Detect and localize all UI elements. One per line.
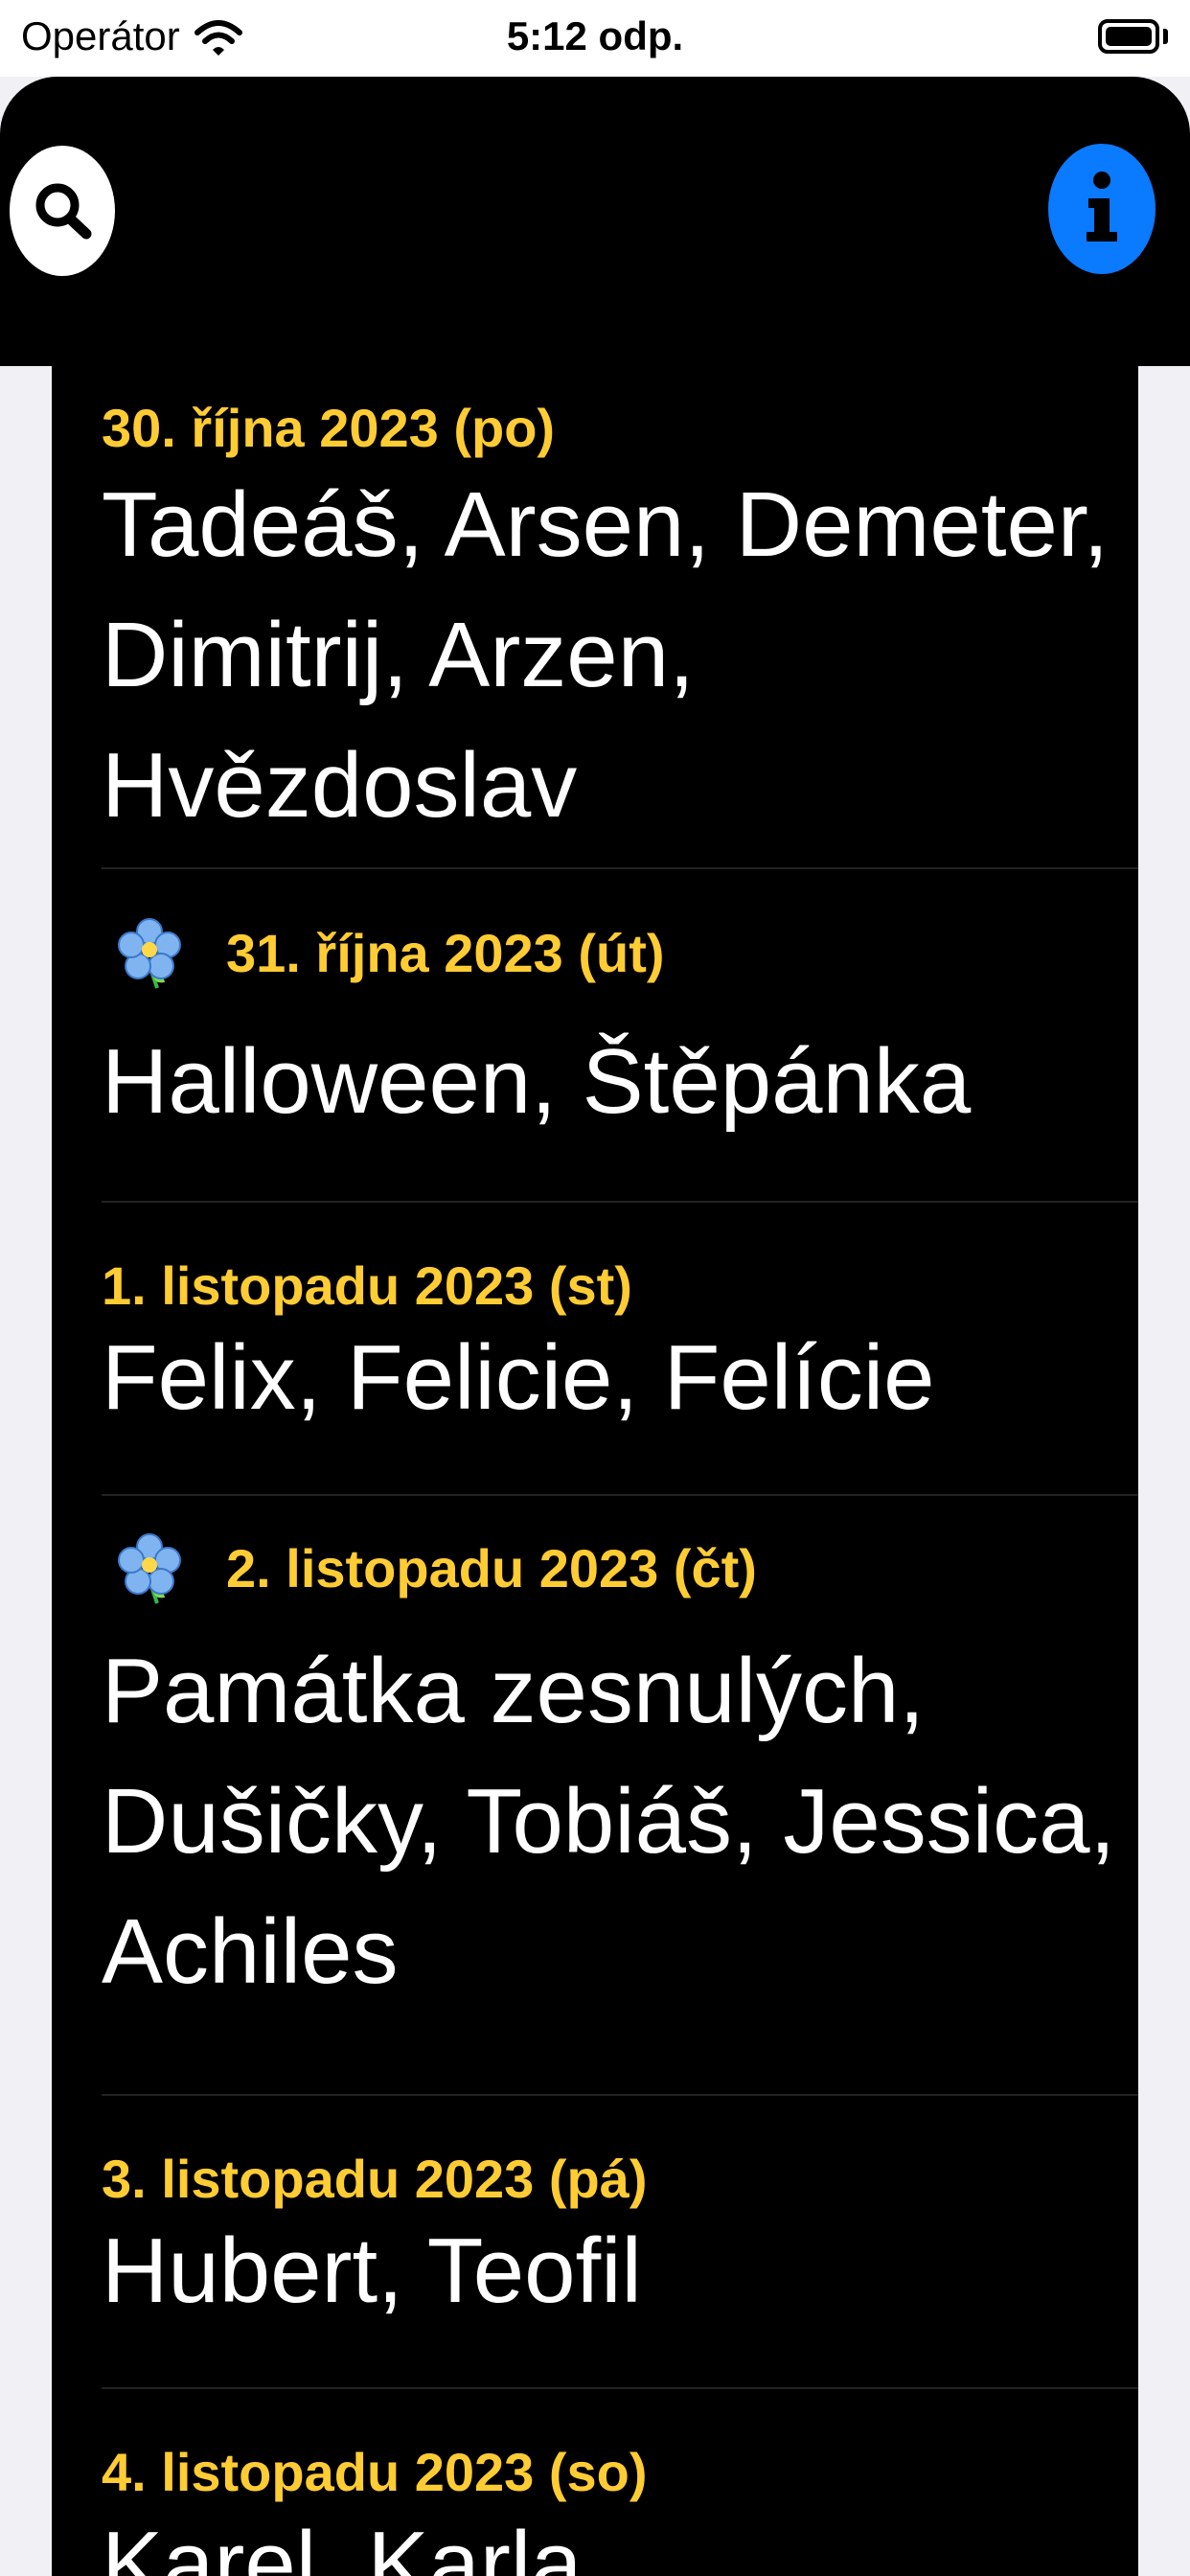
date-label: 31. října 2023 (út) bbox=[226, 923, 665, 983]
forget-me-not-flower-icon bbox=[118, 918, 181, 989]
names-label: Památka zesnulých, Dušičky, Tobiáš, Jess… bbox=[102, 1640, 1116, 2003]
search-icon bbox=[35, 183, 92, 240]
info-button[interactable] bbox=[1048, 144, 1156, 274]
list-item[interactable]: 1. listopadu 2023 (st) Felix, Felicie, F… bbox=[102, 1203, 1138, 1496]
names-label: Halloween, Štěpánka bbox=[102, 1030, 972, 1133]
date-label: 1. listopadu 2023 (st) bbox=[102, 1255, 632, 1316]
date-label: 30. října 2023 (po) bbox=[102, 398, 556, 458]
names-label: Tadeáš, Arsen, Demeter, Dimitrij, Arzen,… bbox=[102, 473, 1110, 837]
list-item[interactable]: 3. listopadu 2023 (pá) Hubert, Teofil bbox=[102, 2096, 1138, 2389]
battery-tip bbox=[1163, 29, 1168, 44]
name-day-list[interactable]: 30. října 2023 (po) Tadeáš, Arsen, Demet… bbox=[52, 366, 1138, 2576]
info-icon bbox=[1087, 172, 1117, 242]
clock: 5:12 odp. bbox=[506, 13, 684, 58]
names-label: Felix, Felicie, Felície bbox=[102, 1326, 935, 1429]
list-item[interactable]: 2. listopadu 2023 (čt) Památka zesnulých… bbox=[102, 1496, 1138, 2096]
names-label: Hubert, Teofil bbox=[102, 2220, 642, 2322]
list-item[interactable]: 30. října 2023 (po) Tadeáš, Arsen, Demet… bbox=[102, 366, 1138, 869]
app-header bbox=[0, 77, 1190, 366]
search-button[interactable] bbox=[10, 146, 115, 276]
battery-icon bbox=[1098, 19, 1159, 54]
date-label: 2. listopadu 2023 (čt) bbox=[226, 1538, 757, 1598]
date-label: 4. listopadu 2023 (so) bbox=[102, 2442, 648, 2502]
date-label: 3. listopadu 2023 (pá) bbox=[102, 2149, 648, 2209]
list-item[interactable]: 4. listopadu 2023 (so) Karel, Karla bbox=[102, 2389, 1138, 2576]
forget-me-not-flower-icon bbox=[118, 1533, 181, 1604]
status-bar: Operátor 5:12 odp. bbox=[0, 0, 1190, 77]
list-item[interactable]: 31. října 2023 (út) Halloween, Štěpánka bbox=[102, 869, 1138, 1203]
names-label: Karel, Karla bbox=[102, 2513, 583, 2576]
